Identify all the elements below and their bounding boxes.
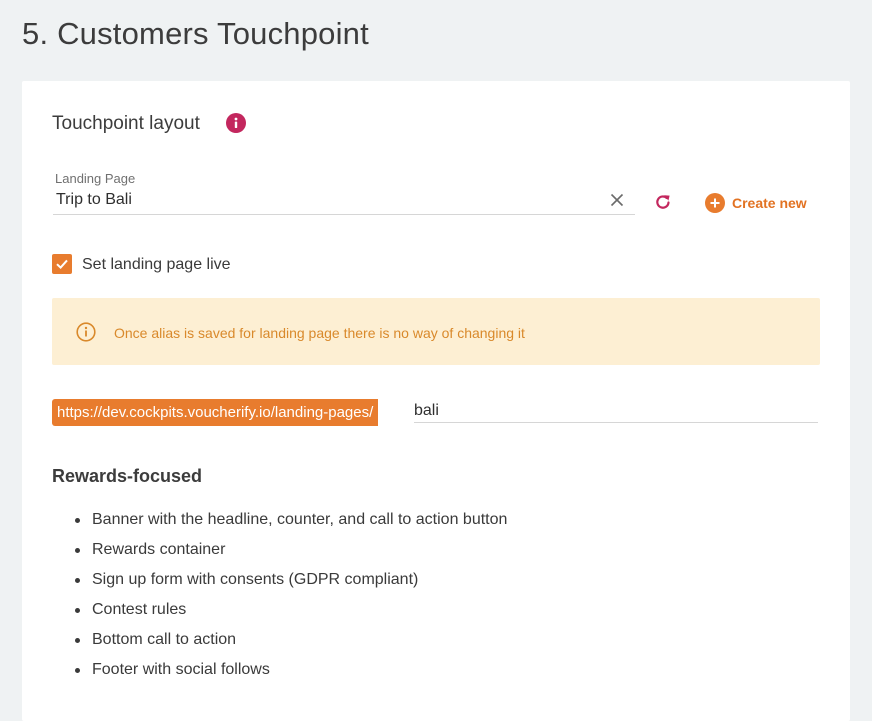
page-title: 5. Customers Touchpoint [22,16,369,51]
landing-page-select[interactable]: Trip to Bali [56,191,132,209]
list-item: Rewards container [74,535,507,565]
touchpoint-card: Touchpoint layout Landing Page Trip to B… [22,81,850,721]
set-live-label[interactable]: Set landing page live [82,256,231,274]
list-item: Contest rules [74,595,507,625]
alias-input[interactable] [414,399,818,423]
landing-page-underline [53,214,635,215]
alias-warning-alert: Once alias is saved for landing page the… [52,298,820,365]
url-prefix: https://dev.cockpits.voucherify.io/landi… [52,399,379,426]
list-item: Banner with the headline, counter, and c… [74,505,507,535]
info-icon[interactable] [226,113,246,133]
set-live-checkbox[interactable] [52,254,72,274]
close-icon[interactable] [608,191,626,209]
alert-text: Once alias is saved for landing page the… [114,325,525,341]
landing-page-label: Landing Page [55,171,136,186]
rewards-title: Rewards-focused [52,466,203,486]
check-icon [56,259,68,270]
list-item: Sign up form with consents (GDPR complia… [74,565,507,595]
create-new-button[interactable]: Create new [705,193,807,213]
feature-list: Banner with the headline, counter, and c… [74,505,507,685]
create-new-label: Create new [732,195,807,211]
list-item: Footer with social follows [74,655,507,685]
info-circle-icon [76,322,96,342]
refresh-icon[interactable] [653,192,673,212]
plus-circle-icon [705,193,725,213]
list-item: Bottom call to action [74,625,507,655]
section-title: Touchpoint layout [52,113,200,134]
